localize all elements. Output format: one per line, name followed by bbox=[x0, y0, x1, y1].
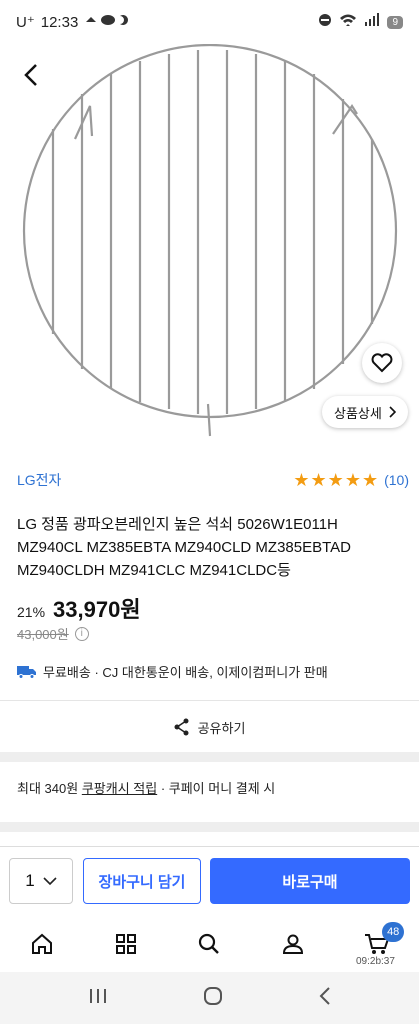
share-label: 공유하기 bbox=[197, 720, 246, 736]
cash-suffix: · 쿠페이 머니 결제 시 bbox=[160, 781, 276, 796]
truck-icon bbox=[17, 665, 36, 679]
cash-prefix: 최대 340원 bbox=[17, 781, 79, 796]
tab-my-page[interactable] bbox=[251, 916, 335, 972]
star-icon: ★ bbox=[327, 470, 344, 490]
wifi-icon bbox=[339, 13, 357, 31]
add-to-cart-button[interactable]: 장바구니 담기 bbox=[83, 858, 201, 904]
product-detail-label: 상품상세 bbox=[334, 405, 382, 421]
back-arrow-icon bbox=[319, 986, 330, 1005]
seller-row: LG전자 ★ ★ ★ ★ ★ (10) bbox=[17, 468, 409, 492]
tab-search[interactable] bbox=[168, 916, 252, 972]
section-divider bbox=[0, 752, 419, 762]
star-icon: ★ bbox=[361, 470, 379, 490]
grid-icon bbox=[115, 934, 136, 954]
recent-apps-icon bbox=[89, 988, 106, 1003]
cart-count-badge: 48 bbox=[382, 922, 405, 942]
original-price: 43,000원 bbox=[17, 627, 69, 642]
star-icon: ★ bbox=[344, 470, 361, 490]
overlay-clock: 09:2b:37 bbox=[356, 956, 395, 967]
home-icon bbox=[31, 933, 52, 954]
recent-apps-button[interactable] bbox=[88, 987, 108, 1010]
oven-rack-image bbox=[22, 43, 398, 437]
person-icon bbox=[283, 934, 304, 954]
coupang-cash-link[interactable]: 쿠팡캐시 적립 bbox=[82, 781, 157, 796]
price-row: 21% 33,970원 bbox=[17, 592, 141, 624]
quantity-select[interactable]: 1 bbox=[9, 858, 73, 904]
product-detail-button[interactable]: 상품상세 bbox=[322, 396, 408, 428]
dnd-icon bbox=[318, 13, 332, 31]
buy-bar: 1 장바구니 담기 바로구매 bbox=[0, 846, 419, 916]
tab-home[interactable] bbox=[0, 916, 84, 972]
home-circle-icon bbox=[203, 986, 222, 1005]
system-nav-bar bbox=[0, 972, 419, 1024]
divider bbox=[0, 700, 419, 701]
back-button[interactable] bbox=[14, 58, 48, 92]
share-button[interactable]: 공유하기 bbox=[0, 712, 419, 742]
product-image[interactable] bbox=[0, 43, 419, 454]
star-icon: ★ bbox=[310, 470, 327, 490]
signal-icon bbox=[364, 13, 380, 31]
home-nav-button[interactable] bbox=[203, 986, 223, 1011]
quantity-value: 1 bbox=[25, 871, 35, 890]
chevron-right-icon bbox=[389, 406, 396, 418]
status-bar: U⁺ 12:33 9 bbox=[0, 0, 419, 44]
back-nav-button[interactable] bbox=[318, 986, 332, 1011]
wishlist-button[interactable] bbox=[362, 343, 402, 383]
discount-rate: 21% bbox=[17, 604, 46, 620]
section-divider bbox=[0, 822, 419, 832]
shipping-row: 무료배송 · CJ 대한통운이 배송, 이제이컴퍼니가 판매 bbox=[17, 662, 328, 681]
info-icon[interactable]: i bbox=[74, 626, 89, 641]
status-time: 12:33 bbox=[40, 13, 79, 31]
cash-reward-row: 최대 340원 쿠팡캐시 적립 · 쿠페이 머니 결제 시 bbox=[17, 778, 275, 797]
sale-price: 33,970원 bbox=[53, 597, 141, 622]
chevron-down-icon bbox=[43, 876, 57, 885]
chevron-left-icon bbox=[24, 64, 37, 86]
review-count[interactable]: (10) bbox=[384, 472, 409, 488]
status-left: U⁺ 12:33 bbox=[16, 13, 130, 31]
tab-categories[interactable] bbox=[84, 916, 168, 972]
status-right: 9 bbox=[318, 13, 403, 31]
search-icon bbox=[199, 933, 220, 954]
original-price-row: 43,000원 i bbox=[17, 624, 89, 643]
product-title: LG 정품 광파오븐레인지 높은 석쇠 5026W1E011H MZ940CL … bbox=[17, 516, 351, 579]
shipping-text: 무료배송 · CJ 대한통운이 배송, 이제이컴퍼니가 판매 bbox=[43, 665, 328, 680]
carrier-label: U⁺ bbox=[16, 14, 35, 31]
notification-icon bbox=[84, 13, 130, 31]
star-icon: ★ bbox=[293, 470, 310, 490]
brand-link[interactable]: LG전자 bbox=[17, 470, 61, 490]
battery-icon: 9 bbox=[387, 15, 403, 29]
buy-now-button[interactable]: 바로구매 bbox=[210, 858, 410, 904]
rating[interactable]: ★ ★ ★ ★ ★ (10) bbox=[293, 471, 409, 489]
share-icon bbox=[174, 718, 189, 736]
heart-icon bbox=[371, 353, 393, 373]
